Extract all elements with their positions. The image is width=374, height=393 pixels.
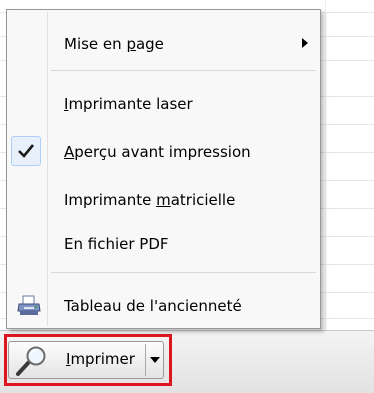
- print-menu: Mise en page Imprimante laser Aperçu ava…: [6, 9, 321, 329]
- printer-icon: [17, 295, 41, 317]
- menu-item-imprimante-matricielle[interactable]: Imprimante matricielle: [9, 180, 318, 220]
- checkmark-frame: [11, 136, 41, 166]
- menu-item-imprimante-laser[interactable]: Imprimante laser: [9, 84, 318, 124]
- menu-item-label: Imprimante laser: [64, 95, 193, 113]
- menu-item-label: Aperçu avant impression: [64, 143, 251, 161]
- menu-item-label: Imprimante matricielle: [64, 191, 236, 209]
- menu-item-label: Tableau de l'ancienneté: [64, 297, 242, 315]
- print-dropdown-button[interactable]: [149, 348, 161, 372]
- submenu-arrow-icon: [302, 38, 308, 48]
- print-split-button[interactable]: Imprimer: [8, 341, 164, 379]
- menu-item-apercu-avant-impression[interactable]: Aperçu avant impression: [9, 132, 318, 172]
- chevron-down-icon: [150, 357, 160, 363]
- checkmark-icon: [18, 144, 34, 158]
- print-button[interactable]: Imprimer: [9, 342, 142, 378]
- column-divider: [325, 0, 326, 330]
- menu-item-tableau-anciennete[interactable]: Tableau de l'ancienneté: [9, 286, 318, 326]
- menu-separator: [51, 272, 316, 273]
- menu-item-en-fichier-pdf[interactable]: En fichier PDF: [9, 224, 318, 264]
- print-label: Imprimer: [66, 350, 135, 368]
- menu-item-mise-en-page[interactable]: Mise en page: [9, 24, 318, 64]
- menu-item-label: Mise en page: [64, 35, 164, 53]
- magnifier-icon: [15, 346, 49, 376]
- menu-separator: [51, 70, 316, 71]
- split-divider: [145, 344, 146, 376]
- menu-item-label: En fichier PDF: [64, 235, 169, 253]
